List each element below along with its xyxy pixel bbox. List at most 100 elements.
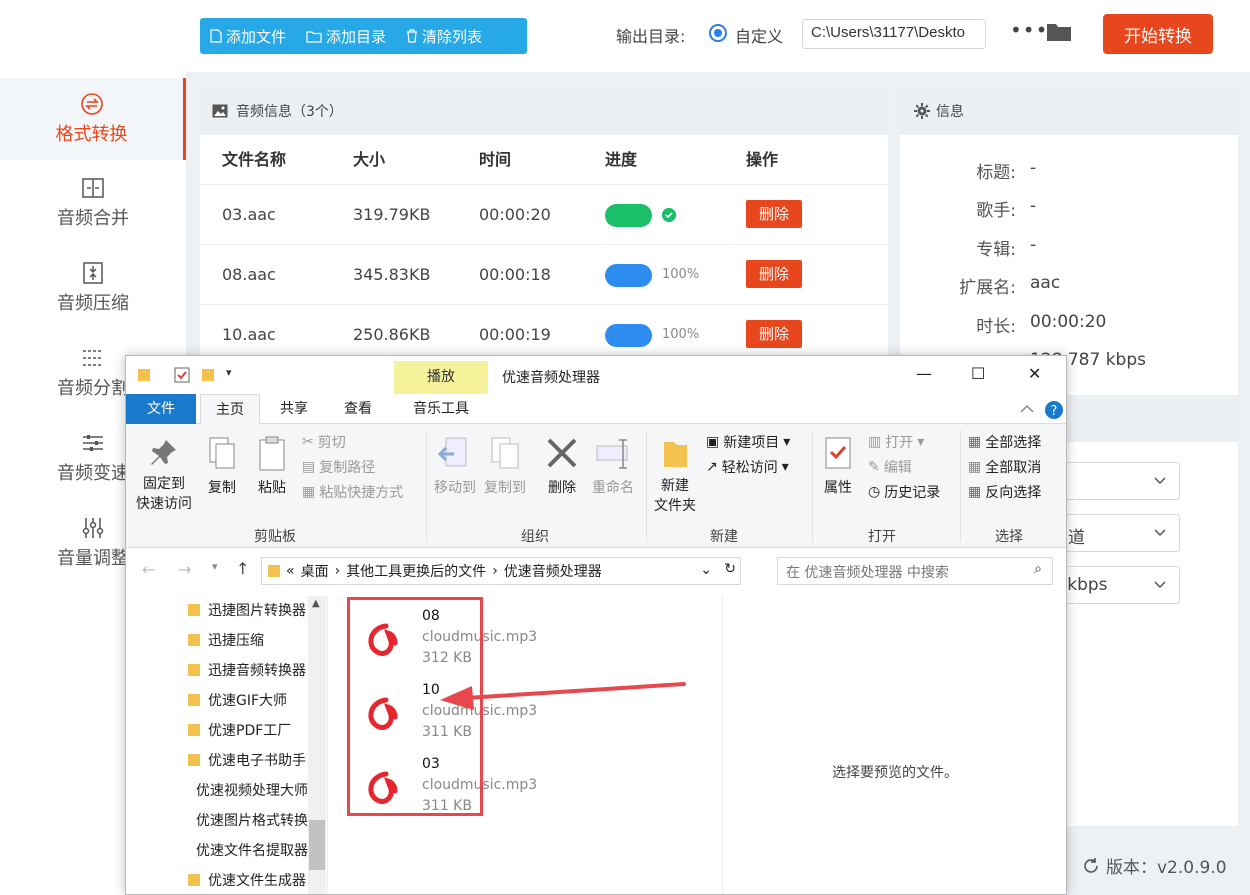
forward-icon[interactable]: → [178,560,191,579]
file-button-group: 添加文件 添加目录 清除列表 [200,18,527,54]
start-convert-button[interactable]: 开始转换 [1103,14,1213,54]
copy-path-button[interactable]: ▤ 复制路径 [302,457,375,477]
invert-selection-button[interactable]: ▦ 反向选择 [968,482,1041,502]
context-tab-play[interactable]: 播放 [394,361,488,394]
convert-icon [80,93,103,115]
nav-item[interactable]: 优速GIF大师 [188,690,308,710]
paste-shortcut-icon: ▦ [302,484,316,500]
scroll-up-icon[interactable]: ▲ [312,598,320,609]
pin-quick-access-button[interactable]: 固定到 快速访问 [134,436,194,514]
address-bar[interactable]: « 桌面 › 其他工具更换后的文件 › 优速音频处理器 ⌄ ↻ [261,557,741,585]
paste-button[interactable]: 粘贴 [252,436,292,498]
new-item-label: 新建项目 [723,435,780,451]
version-info[interactable]: 版本：v2.0.9.0 [1082,853,1227,878]
nav-item[interactable]: 迅捷音频转换器 [188,660,308,680]
address-dropdown-icon[interactable]: ⌄ [700,562,712,578]
compress-icon [83,262,103,284]
paste-icon [259,436,285,471]
refresh-icon[interactable]: ↻ [724,561,736,577]
open-button[interactable]: ▥ 打开 ▾ [868,432,924,452]
breadcrumb-current[interactable]: 优速音频处理器 [504,561,602,581]
add-file-label: 添加文件 [226,27,287,46]
recent-dropdown-icon[interactable]: ▾ [212,560,218,573]
rename-button[interactable]: 重命名 [590,436,636,498]
properties-button[interactable]: 属性 [818,436,858,498]
paste-shortcut-button[interactable]: ▦ 粘贴快捷方式 [302,482,403,502]
nav-item[interactable]: 优速文件生成器 [188,870,308,890]
table-row[interactable]: 08.aac 345.83KB 00:00:18 100% 删除 [200,245,888,305]
nav-item[interactable]: 迅捷压缩 [188,630,308,650]
dropdown-icon: ▾ [917,434,925,450]
folder-icon [188,874,200,886]
info-value: aac [1030,273,1061,293]
breadcrumb-separator-icon: › [492,563,498,579]
delete-button[interactable]: 删除 [746,260,802,288]
select-all-icon: ▦ [968,434,982,450]
nav-item-label: 优速PDF工厂 [208,723,292,739]
open-label: 打开 [885,435,914,451]
add-directory-button[interactable]: 添加目录 [296,26,396,47]
qat-dropdown-icon[interactable]: ▾ [226,366,232,379]
search-input[interactable]: 在 优速音频处理器 中搜索 ⌕ [777,557,1053,585]
paste-label: 粘贴 [258,480,286,496]
select-all-button[interactable]: ▦ 全部选择 [968,432,1041,452]
ribbon-separator [426,430,427,542]
move-to-button[interactable]: 移动到 [432,436,478,498]
nav-scroll-thumb[interactable] [309,820,325,870]
nav-item[interactable]: 迅捷图片转换器 [188,600,308,620]
open-folder-icon[interactable] [1046,22,1072,42]
svg-text:?: ? [1051,404,1058,419]
nav-item-label: 优速视频处理大师 [196,783,308,799]
tab-file[interactable]: 文件 [126,394,196,424]
new-item-button[interactable]: ▣ 新建项目 ▾ [706,432,790,452]
minimize-icon[interactable]: — [916,364,932,383]
refresh-icon [1084,857,1098,873]
delete-file-button[interactable]: 删除 [542,436,582,498]
more-options-button[interactable]: ••• [1010,18,1048,42]
nav-item[interactable]: 优速图片格式转换器 [188,810,308,830]
tab-home[interactable]: 主页 [200,394,260,425]
sidebar-item-format-convert[interactable]: 格式转换 [0,78,186,160]
edit-button[interactable]: ✎ 编辑 [868,457,912,477]
close-icon[interactable]: ✕ [1028,364,1041,383]
easy-access-button[interactable]: ↗ 轻松访问 ▾ [706,457,789,477]
history-button[interactable]: ◷ 历史记录 [868,482,940,502]
breadcrumb-desktop[interactable]: 桌面 [301,561,329,581]
nav-item[interactable]: 优速电子书助手 [188,750,308,770]
add-file-button[interactable]: 添加文件 [200,26,296,47]
output-path-input[interactable]: C:\Users\31177\Deskto [802,19,986,49]
nav-item[interactable]: 优速PDF工厂 [188,720,308,740]
chevron-down-icon [1154,581,1166,589]
back-icon[interactable]: ← [142,560,155,579]
up-icon[interactable]: ↑ [236,559,249,578]
properties-icon[interactable] [174,367,190,383]
sidebar-item-label: 格式转换 [55,124,128,145]
tab-music-tools[interactable]: 音乐工具 [394,394,488,424]
copy-to-button[interactable]: 复制到 [482,436,528,498]
custom-radio[interactable] [709,24,727,42]
tab-share[interactable]: 共享 [266,394,322,424]
rename-icon [596,439,628,469]
help-icon[interactable]: ? [1044,400,1064,420]
maximize-icon[interactable]: ☐ [971,364,985,383]
delete-button[interactable]: 删除 [746,200,802,228]
sidebar-item-audio-merge[interactable]: 音频合并 [0,176,186,246]
copy-button[interactable]: 复制 [202,436,242,498]
select-none-button[interactable]: ▦ 全部取消 [968,457,1041,477]
progress-bar [605,264,652,287]
nav-item[interactable]: 优速文件名提取器 [188,840,308,860]
nav-item[interactable]: 优速视频处理大师 [188,780,308,800]
breadcrumb-overflow[interactable]: « [286,563,295,579]
new-folder-button[interactable]: 新建 文件夹 [650,436,700,516]
breadcrumb-other-tools[interactable]: 其他工具更换后的文件 [346,561,486,581]
collapse-ribbon-icon[interactable] [1020,404,1034,414]
delete-button[interactable]: 删除 [746,320,802,348]
sidebar-item-audio-compress[interactable]: 音频压缩 [0,261,186,331]
cut-button[interactable]: ✂ 剪切 [302,432,346,452]
new-folder-icon[interactable] [202,368,214,382]
clear-list-button[interactable]: 清除列表 [396,26,492,47]
table-row[interactable]: 03.aac 319.79KB 00:00:20 删除 [200,185,888,245]
tab-view[interactable]: 查看 [330,394,386,424]
group-open-label: 打开 [868,529,896,545]
check-icon [662,208,676,222]
